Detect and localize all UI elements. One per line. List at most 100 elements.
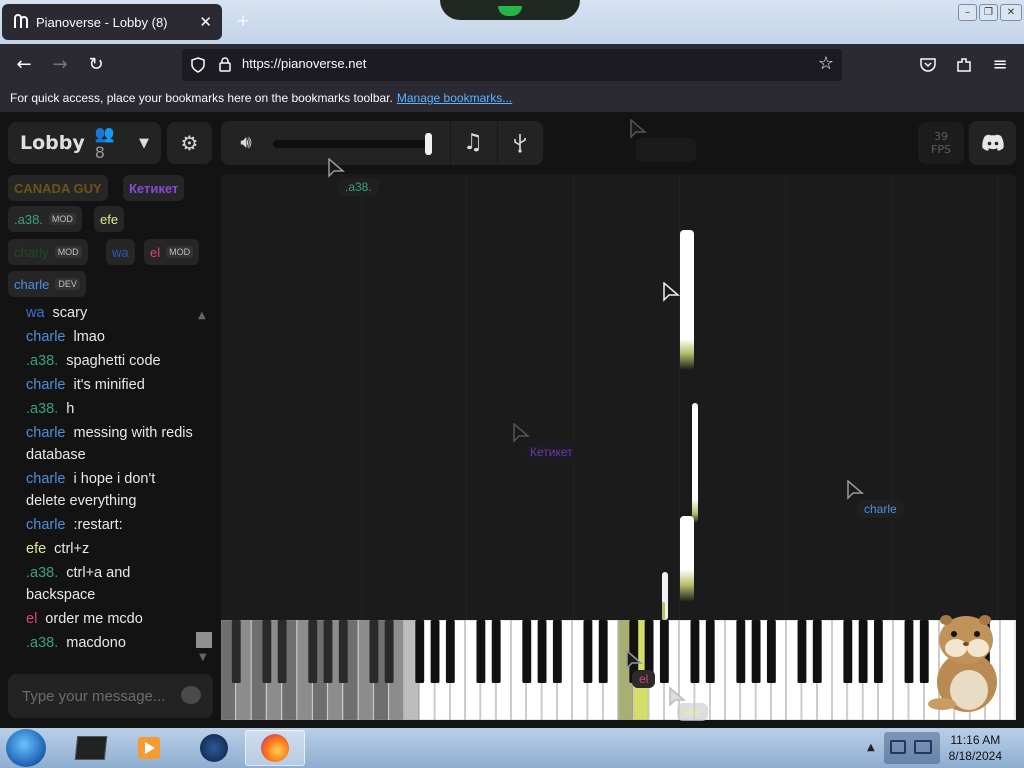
menu-hamburger-icon[interactable]: ≡ [987,52,1013,78]
piano-black-key[interactable] [415,620,425,683]
piano-black-key[interactable] [277,620,287,683]
piano-black-key[interactable] [858,620,868,683]
piano-black-key[interactable] [659,620,669,683]
lane-divider [891,174,892,620]
piano-black-key[interactable] [705,620,715,683]
piano-keys[interactable] [221,620,1016,720]
minimize-icon[interactable]: – [958,4,977,21]
piano-black-key[interactable] [873,620,883,683]
piano-black-key[interactable] [904,620,914,683]
lane-divider [785,174,786,620]
start-button-windows-icon[interactable] [6,729,46,767]
pocket-icon[interactable] [919,56,937,74]
piano-black-key[interactable] [552,620,562,683]
piano-black-key[interactable] [430,620,440,683]
music-note-icon[interactable]: ♫ [450,121,496,165]
user-pill[interactable]: efe [94,206,125,232]
lock-icon[interactable] [218,56,232,72]
chat-text: :restart: [73,517,123,533]
piano-black-key[interactable] [812,620,822,683]
chat-scrollbar-thumb[interactable] [196,632,212,648]
user-pill[interactable]: CANADA GUY [8,175,108,201]
chat-message: .a38. h [26,398,196,420]
piano-black-key[interactable] [491,620,501,683]
user-badge: MOD [54,246,82,258]
user-pill[interactable]: charly MOD [8,239,88,265]
restore-icon[interactable]: ❐ [979,4,998,21]
taskbar-app-globe-icon[interactable] [184,730,244,766]
chat-message: efe ctrl+z [26,538,196,560]
piano-black-key[interactable] [690,620,700,683]
piano-keyboard[interactable] [221,620,1016,720]
fps-label: FPS [931,143,951,156]
network-icon[interactable] [890,740,906,754]
chat-message-input[interactable] [20,684,170,708]
user-name: wa [112,244,129,260]
tray-expand-icon[interactable]: ▲ [867,742,875,753]
user-pill[interactable]: .a38. MOD [8,206,82,232]
user-pill[interactable]: charle DEV [8,271,86,297]
room-selector[interactable]: Lobby 👥 8 ▼ [8,122,161,164]
discord-button[interactable] [969,121,1016,165]
speech-bubble-icon[interactable] [181,686,201,704]
system-clock[interactable]: 11:16 AM 8/18/2024 [949,732,1002,764]
settings-gear-button[interactable]: ⚙ [167,122,212,164]
lane-divider [361,174,362,620]
manage-bookmarks-link[interactable]: Manage bookmarks... [397,91,512,105]
browser-titlebar: Pianoverse - Lobby (8) ✕ + – ❐ ✕ [0,0,1024,44]
piano-black-key[interactable] [751,620,761,683]
cursor-arrow-icon [328,158,346,178]
volume-icon[interactable]: 🔊︎ [223,121,269,165]
fps-counter: 39 FPS [918,122,964,164]
piano-black-key[interactable] [736,620,746,683]
reload-icon[interactable]: ↻ [83,52,109,78]
url-bar[interactable]: https://pianoverse.net ☆ [182,49,842,81]
new-tab-icon[interactable]: + [236,11,250,31]
piano-black-key[interactable] [262,620,272,683]
user-pill[interactable]: el MOD [144,239,200,265]
bookmark-star-icon[interactable]: ☆ [818,53,834,74]
taskbar-app-media-player-icon[interactable] [120,730,180,766]
user-count: 👥 8 [94,124,115,162]
piano-black-key[interactable] [583,620,593,683]
piano-black-key[interactable] [323,620,333,683]
forward-arrow-icon[interactable]: → [47,52,73,78]
taskbar-app-firefox-icon[interactable] [245,730,305,766]
tab-close-icon[interactable]: ✕ [199,13,212,31]
shield-icon[interactable] [190,57,206,73]
fps-value: 39 [934,130,948,143]
piano-black-key[interactable] [766,620,776,683]
window-close-icon[interactable]: ✕ [1000,4,1022,21]
back-arrow-icon[interactable]: ← [11,52,37,78]
scroll-up-icon[interactable]: ▲ [198,310,206,321]
cursor-label: el [632,670,656,688]
piano-black-key[interactable] [843,620,853,683]
extensions-icon[interactable] [955,56,973,74]
piano-black-key[interactable] [308,620,318,683]
monitor-icon[interactable] [914,740,932,754]
usb-icon[interactable] [497,121,543,165]
piano-black-key[interactable] [231,620,241,683]
piano-black-key[interactable] [598,620,608,683]
discord-icon [982,134,1004,151]
piano-black-key[interactable] [384,620,394,683]
taskbar-app-terminal-icon[interactable] [62,730,122,766]
piano-black-key[interactable] [445,620,455,683]
volume-slider-thumb[interactable] [424,133,432,155]
lane-divider [573,174,574,620]
volume-slider[interactable] [273,140,431,148]
tray-icons [884,732,940,764]
chat-text: macdono [66,635,126,651]
piano-black-key[interactable] [369,620,379,683]
browser-tab[interactable]: Pianoverse - Lobby (8) ✕ [2,4,222,40]
piano-black-key[interactable] [338,620,348,683]
piano-black-key[interactable] [797,620,807,683]
chat-message: .a38. macdono [26,632,196,654]
scroll-down-icon[interactable]: ▼ [199,652,207,663]
chat-text: lmao [73,329,105,345]
user-pill[interactable]: Кетикет [123,175,185,201]
piano-black-key[interactable] [537,620,547,683]
piano-black-key[interactable] [522,620,532,683]
user-pill[interactable]: wa [106,239,135,265]
piano-black-key[interactable] [476,620,486,683]
